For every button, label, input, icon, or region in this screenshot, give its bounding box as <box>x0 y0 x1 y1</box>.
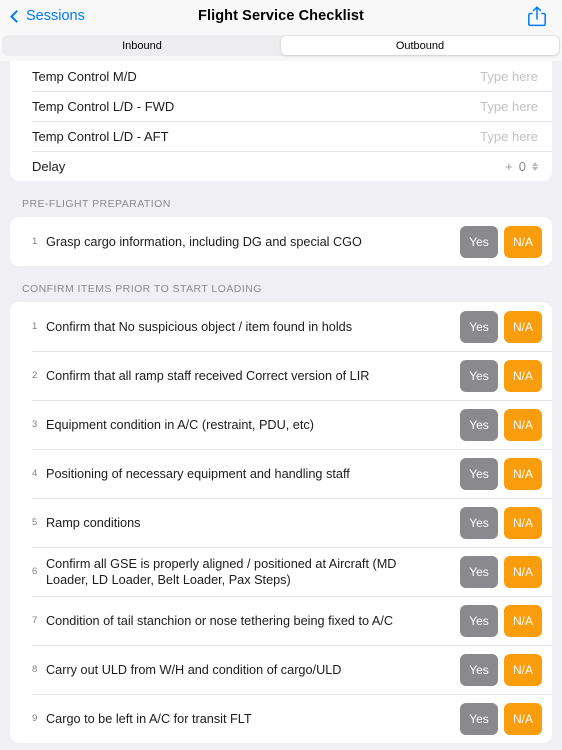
field-input-placeholder[interactable]: Type here <box>480 69 538 84</box>
answer-buttons: Yes N/A <box>460 408 542 441</box>
na-button[interactable]: N/A <box>504 506 542 539</box>
tab-outbound-label: Outbound <box>395 39 445 52</box>
chevron-updown-icon[interactable] <box>532 161 538 171</box>
checklist-row[interactable]: 4 Positioning of necessary equipment and… <box>10 449 552 498</box>
checklist-row[interactable]: 3 Equipment condition in A/C (restraint,… <box>10 400 552 449</box>
item-index: 4 <box>32 468 38 479</box>
field-label: Temp Control M/D <box>32 68 137 84</box>
field-row-temp-control-ld-aft[interactable]: Temp Control L/D - AFT Type here <box>10 121 552 151</box>
answer-buttons: Yes N/A <box>460 702 542 735</box>
checklist-row[interactable]: 1 Confirm that No suspicious object / it… <box>10 302 552 351</box>
field-row-temp-control-md[interactable]: Temp Control M/D Type here <box>10 61 552 91</box>
na-button[interactable]: N/A <box>504 604 542 637</box>
delay-value: 0 <box>518 158 526 174</box>
item-index: 1 <box>32 236 38 247</box>
na-button[interactable]: N/A <box>504 702 542 735</box>
checklist-row[interactable]: 1 Grasp cargo information, including DG … <box>10 217 552 266</box>
item-text: Confirm that all ramp staff received Cor… <box>46 368 370 383</box>
checklist-row[interactable]: 8 Carry out ULD from W/H and condition o… <box>10 645 552 694</box>
item-index: 8 <box>32 664 38 675</box>
chevron-left-icon <box>10 9 23 23</box>
item-text: Grasp cargo information, including DG an… <box>46 234 362 249</box>
na-button[interactable]: N/A <box>504 225 542 258</box>
checklist-scroll-area[interactable]: Temp Control M/D Type here Temp Control … <box>0 61 562 750</box>
answer-buttons: Yes N/A <box>460 457 542 490</box>
section-card-pre-flight: 1 Grasp cargo information, including DG … <box>10 217 552 266</box>
item-text: Confirm all GSE is properly aligned / po… <box>46 556 397 587</box>
yes-button[interactable]: Yes <box>460 457 498 490</box>
yes-button[interactable]: Yes <box>460 225 498 258</box>
field-label: Delay <box>32 158 66 174</box>
yes-button[interactable]: Yes <box>460 653 498 686</box>
checklist-row[interactable]: 9 Cargo to be left in A/C for transit FL… <box>10 694 552 743</box>
answer-buttons: Yes N/A <box>460 653 542 686</box>
delay-sign: + <box>505 158 513 174</box>
checklist-row[interactable]: 7 Condition of tail stanchion or nose te… <box>10 596 552 645</box>
section-header-confirm-items: CONFIRM ITEMS PRIOR TO START LOADING <box>22 283 262 295</box>
yes-button[interactable]: Yes <box>460 359 498 392</box>
tab-inbound[interactable]: Inbound <box>3 36 281 55</box>
item-text: Positioning of necessary equipment and h… <box>46 466 350 481</box>
delay-stepper[interactable]: + 0 <box>505 159 538 174</box>
section-card-confirm-items: 1 Confirm that No suspicious object / it… <box>10 302 552 743</box>
section-header-pre-flight: PRE-FLIGHT PREPARATION <box>22 198 171 210</box>
na-button[interactable]: N/A <box>504 457 542 490</box>
item-text: Confirm that No suspicious object / item… <box>46 319 353 334</box>
na-button[interactable]: N/A <box>504 408 542 441</box>
na-button[interactable]: N/A <box>504 555 542 588</box>
item-text: Condition of tail stanchion or nose teth… <box>46 613 394 628</box>
field-input-placeholder[interactable]: Type here <box>480 99 538 114</box>
answer-buttons: Yes N/A <box>460 310 542 343</box>
yes-button[interactable]: Yes <box>460 604 498 637</box>
direction-segmented-control[interactable]: Inbound Outbound <box>2 35 560 56</box>
field-label: Temp Control L/D - FWD <box>32 98 175 114</box>
navigation-bar: Sessions Flight Service Checklist <box>0 0 562 32</box>
share-icon <box>528 6 546 27</box>
back-button-label: Sessions <box>26 8 85 24</box>
share-button[interactable] <box>524 3 550 29</box>
flight-info-card: Temp Control M/D Type here Temp Control … <box>10 61 552 181</box>
checklist-row[interactable]: 5 Ramp conditions Yes N/A <box>10 498 552 547</box>
item-index: 2 <box>32 370 38 381</box>
back-to-sessions-button[interactable]: Sessions <box>10 8 85 24</box>
checklist-row[interactable]: 2 Confirm that all ramp staff received C… <box>10 351 552 400</box>
tab-inbound-label: Inbound <box>122 39 162 52</box>
item-text: Equipment condition in A/C (restraint, P… <box>46 417 314 432</box>
app-screen: Sessions Flight Service Checklist Inboun… <box>0 0 562 750</box>
field-row-delay[interactable]: Delay + 0 <box>10 151 552 181</box>
item-text: Cargo to be left in A/C for transit FLT <box>46 711 252 726</box>
field-label: Temp Control L/D - AFT <box>32 128 169 144</box>
item-index: 5 <box>32 517 38 528</box>
checklist-row[interactable]: 6 Confirm all GSE is properly aligned / … <box>10 547 552 596</box>
item-index: 7 <box>32 615 38 626</box>
na-button[interactable]: N/A <box>504 310 542 343</box>
field-input-placeholder[interactable]: Type here <box>480 129 538 144</box>
yes-button[interactable]: Yes <box>460 506 498 539</box>
yes-button[interactable]: Yes <box>460 702 498 735</box>
yes-button[interactable]: Yes <box>460 310 498 343</box>
answer-buttons: Yes N/A <box>460 506 542 539</box>
answer-buttons: Yes N/A <box>460 555 542 588</box>
item-index: 3 <box>32 419 38 430</box>
item-text: Carry out ULD from W/H and condition of … <box>46 662 342 677</box>
yes-button[interactable]: Yes <box>460 408 498 441</box>
na-button[interactable]: N/A <box>504 359 542 392</box>
item-text: Ramp conditions <box>46 515 141 530</box>
segmented-control-container: Inbound Outbound <box>0 32 562 61</box>
item-index: 6 <box>32 566 38 577</box>
na-button[interactable]: N/A <box>504 653 542 686</box>
answer-buttons: Yes N/A <box>460 359 542 392</box>
field-row-temp-control-ld-fwd[interactable]: Temp Control L/D - FWD Type here <box>10 91 552 121</box>
item-index: 1 <box>32 321 38 332</box>
answer-buttons: Yes N/A <box>460 604 542 637</box>
yes-button[interactable]: Yes <box>460 555 498 588</box>
answer-buttons: Yes N/A <box>460 225 542 258</box>
tab-outbound[interactable]: Outbound <box>281 36 559 55</box>
item-index: 9 <box>32 713 38 724</box>
